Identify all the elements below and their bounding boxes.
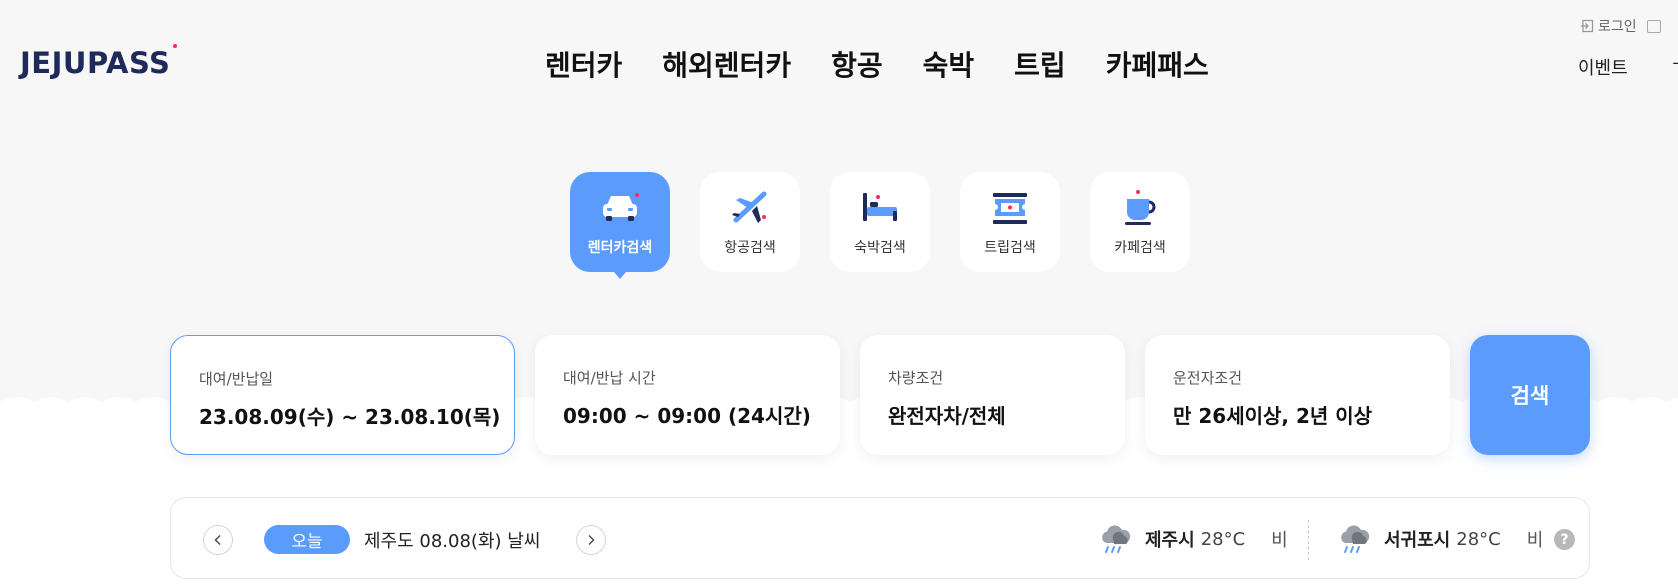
nav-trip[interactable]: 트립 <box>1014 44 1066 84</box>
bag-icon[interactable] <box>1646 19 1661 33</box>
login-link[interactable]: 로그인 <box>1580 16 1637 36</box>
search-button[interactable]: 검색 <box>1470 335 1590 455</box>
vehicle-condition-field[interactable]: 차량조건 완전자차/전체 <box>860 335 1125 455</box>
tab-label: 렌터카검색 <box>587 240 653 256</box>
logo-text: JEJUPASS <box>20 46 171 80</box>
main-nav: 렌터카 해외렌터카 항공 숙박 트립 카페패스 <box>545 44 1209 84</box>
rental-dates-field[interactable]: 대여/반납일 23.08.09(수) ~ 23.08.10(목) <box>170 335 515 455</box>
tab-label: 카페검색 <box>1114 240 1166 256</box>
city-condition: 비 <box>1271 530 1288 551</box>
next-day-button[interactable] <box>576 525 606 555</box>
coffee-cup-icon <box>1125 190 1156 225</box>
driver-condition-label: 운전자조건 <box>1173 369 1243 387</box>
search-category-tabs: 렌터카검색 항공검색 숙박검색 트립검색 카페검색 <box>570 172 1190 279</box>
help-icon[interactable]: ? <box>1554 529 1575 550</box>
login-icon <box>1581 19 1594 33</box>
rental-time-value: 09:00 ~ 09:00 (24시간) <box>563 404 811 428</box>
ticket-icon <box>993 193 1027 224</box>
car-icon <box>603 193 639 221</box>
driver-condition-value: 만 26세이상, 2년 이상 <box>1173 404 1373 428</box>
nav-rentcar[interactable]: 렌터카 <box>545 44 622 84</box>
nav-overseas-rentcar[interactable]: 해외렌터카 <box>662 44 791 84</box>
weather-city-jeju: 제주시 28°C 비 <box>1097 523 1288 555</box>
rental-time-field[interactable]: 대여/반납 시간 09:00 ~ 09:00 (24시간) <box>535 335 840 455</box>
weather-city-seogwipo: 서귀포시 28°C 비 <box>1336 523 1543 555</box>
rental-dates-label: 대여/반납일 <box>199 370 274 388</box>
truncated-menu-link[interactable]: ㄱ <box>1670 54 1678 80</box>
weather-title: 제주도 08.08(화) 날씨 <box>364 531 541 552</box>
vehicle-condition-label: 차량조건 <box>888 369 944 387</box>
rain-cloud-icon <box>1341 525 1370 553</box>
chevron-right-icon <box>588 535 595 545</box>
utility-menu: 로그인 <box>1580 16 1661 36</box>
city-temp: 28°C <box>1456 528 1501 550</box>
vehicle-condition-value: 완전자차/전체 <box>888 404 1006 428</box>
airplane-icon <box>732 191 767 223</box>
tab-label: 항공검색 <box>724 240 776 256</box>
weather-divider <box>1308 520 1309 560</box>
chevron-left-icon <box>214 535 221 545</box>
logo-dot <box>173 44 178 48</box>
tab-stay-search[interactable]: 숙박검색 <box>830 172 930 272</box>
tab-trip-search[interactable]: 트립검색 <box>960 172 1060 272</box>
login-label: 로그인 <box>1598 19 1637 35</box>
tab-label: 숙박검색 <box>854 240 906 256</box>
tab-flight-search[interactable]: 항공검색 <box>700 172 800 272</box>
rental-dates-value: 23.08.09(수) ~ 23.08.10(목) <box>199 405 501 429</box>
tab-label: 트립검색 <box>984 240 1036 256</box>
rain-cloud-icon <box>1102 525 1131 553</box>
city-condition: 비 <box>1526 530 1544 551</box>
driver-condition-field[interactable]: 운전자조건 만 26세이상, 2년 이상 <box>1145 335 1450 455</box>
nav-stay[interactable]: 숙박 <box>923 44 975 84</box>
today-badge: 오늘 <box>264 525 350 554</box>
event-link[interactable]: 이벤트 <box>1578 54 1628 80</box>
prev-day-button[interactable] <box>203 525 233 555</box>
bed-icon <box>863 193 897 221</box>
nav-cafepass[interactable]: 카페패스 <box>1106 44 1209 84</box>
city-temp: 28°C <box>1200 528 1246 550</box>
city-name: 제주시 <box>1145 530 1195 551</box>
weather-bar: 오늘 제주도 08.08(화) 날씨 제주시 28°C 비 서귀포시 28°C … <box>170 497 1590 579</box>
city-name: 서귀포시 <box>1384 530 1451 551</box>
nav-flight[interactable]: 항공 <box>831 44 883 84</box>
tab-cafe-search[interactable]: 카페검색 <box>1090 172 1190 272</box>
tab-rentcar-search[interactable]: 렌터카검색 <box>570 172 670 279</box>
rental-time-label: 대여/반납 시간 <box>563 369 656 387</box>
jejupass-logo[interactable]: JEJUPASS <box>20 44 178 80</box>
